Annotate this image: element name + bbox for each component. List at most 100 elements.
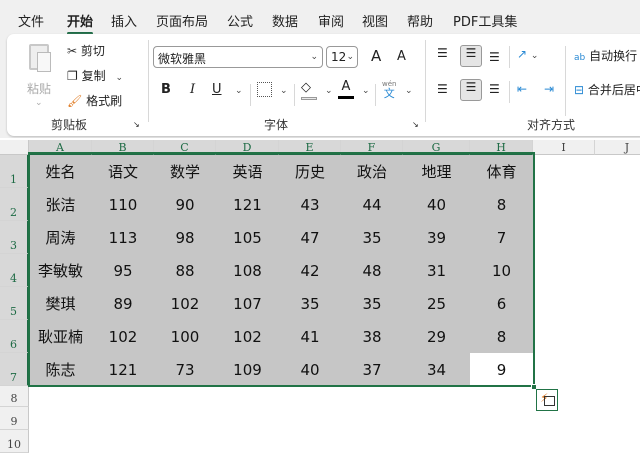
fill-color-icon[interactable]: ◇: [301, 80, 317, 100]
paste-button[interactable]: 粘贴 ⌄: [25, 42, 55, 108]
cell-H5[interactable]: 6: [470, 287, 533, 320]
cell-C4[interactable]: 88: [154, 254, 216, 287]
cell-A7[interactable]: 陈志: [29, 353, 92, 386]
cell-G2[interactable]: 40: [403, 188, 470, 221]
menu-tab-0[interactable]: 文件: [18, 11, 44, 30]
cell-D6[interactable]: 102: [216, 320, 279, 353]
cell-G7[interactable]: 34: [403, 353, 470, 386]
cell-C3[interactable]: 98: [154, 221, 216, 254]
font-size-select[interactable]: 12 ⌄: [326, 46, 358, 68]
font-name-select[interactable]: 微软雅黑 ⌄: [153, 46, 323, 68]
italic-button[interactable]: I: [190, 82, 195, 97]
row-header-10[interactable]: 10: [0, 430, 29, 453]
bold-button[interactable]: B: [161, 82, 171, 97]
merge-center-button[interactable]: ⊟ 合并后居中: [574, 81, 640, 98]
cell-H1[interactable]: 体育: [470, 155, 533, 188]
phonetic-guide-button[interactable]: wén 文: [382, 78, 396, 99]
orientation-icon[interactable]: ↗ ⌄: [517, 47, 538, 61]
row-header-6[interactable]: 6: [0, 320, 29, 353]
paste-options-button[interactable]: ⚡: [536, 389, 558, 411]
cell-F1[interactable]: 政治: [341, 155, 403, 188]
cell-E2[interactable]: 43: [279, 188, 341, 221]
cell-H2[interactable]: 8: [470, 188, 533, 221]
cell-G6[interactable]: 29: [403, 320, 470, 353]
borders-icon[interactable]: [257, 82, 272, 97]
column-header-B[interactable]: B: [92, 140, 154, 155]
cell-H7[interactable]: 9: [470, 353, 533, 386]
align-bottom-button[interactable]: ☰: [489, 50, 500, 64]
menu-tab-9[interactable]: PDF工具集: [453, 11, 517, 30]
column-header-C[interactable]: C: [154, 140, 216, 155]
column-header-G[interactable]: G: [403, 140, 470, 155]
row-header-4[interactable]: 4: [0, 254, 29, 287]
cell-F6[interactable]: 38: [341, 320, 403, 353]
cell-G3[interactable]: 39: [403, 221, 470, 254]
format-painter-button[interactable]: 🖌 格式刷: [67, 92, 122, 109]
column-header-E[interactable]: E: [279, 140, 341, 155]
underline-button[interactable]: U: [212, 82, 222, 97]
cell-F7[interactable]: 37: [341, 353, 403, 386]
cell-E1[interactable]: 历史: [279, 155, 341, 188]
cell-C7[interactable]: 73: [154, 353, 216, 386]
grow-font-button[interactable]: A: [371, 47, 381, 65]
cell-A2[interactable]: 张洁: [29, 188, 92, 221]
column-header-J[interactable]: J: [595, 140, 640, 155]
cell-D5[interactable]: 107: [216, 287, 279, 320]
column-header-D[interactable]: D: [216, 140, 279, 155]
cell-C1[interactable]: 数学: [154, 155, 216, 188]
cell-G5[interactable]: 25: [403, 287, 470, 320]
menu-tab-5[interactable]: 数据: [272, 11, 298, 30]
copy-button[interactable]: ❐ 复制 ⌄: [67, 67, 123, 84]
row-header-5[interactable]: 5: [0, 287, 29, 320]
cell-B2[interactable]: 110: [92, 188, 154, 221]
cell-D2[interactable]: 121: [216, 188, 279, 221]
decrease-indent-icon[interactable]: ⇤: [517, 82, 527, 96]
row-header-1[interactable]: 1: [0, 155, 29, 188]
wrap-text-button[interactable]: ab 自动换行: [574, 47, 637, 64]
cell-G4[interactable]: 31: [403, 254, 470, 287]
cell-A6[interactable]: 耿亚楠: [29, 320, 92, 353]
cell-E5[interactable]: 35: [279, 287, 341, 320]
cell-A1[interactable]: 姓名: [29, 155, 92, 188]
column-header-A[interactable]: A: [29, 140, 92, 155]
cell-D3[interactable]: 105: [216, 221, 279, 254]
cell-E7[interactable]: 40: [279, 353, 341, 386]
shrink-font-button[interactable]: A: [397, 49, 406, 64]
cell-A5[interactable]: 樊琪: [29, 287, 92, 320]
cell-E4[interactable]: 42: [279, 254, 341, 287]
clipboard-launcher-icon[interactable]: ↘: [133, 120, 140, 129]
align-right-button[interactable]: ☰: [489, 82, 500, 96]
menu-tab-8[interactable]: 帮助: [407, 11, 433, 30]
row-header-7[interactable]: 7: [0, 353, 29, 386]
cell-B4[interactable]: 95: [92, 254, 154, 287]
cell-D4[interactable]: 108: [216, 254, 279, 287]
cell-H6[interactable]: 8: [470, 320, 533, 353]
cell-G1[interactable]: 地理: [403, 155, 470, 188]
cell-A4[interactable]: 李敏敏: [29, 254, 92, 287]
column-header-I[interactable]: I: [533, 140, 595, 155]
cell-H3[interactable]: 7: [470, 221, 533, 254]
cell-C5[interactable]: 102: [154, 287, 216, 320]
cell-F3[interactable]: 35: [341, 221, 403, 254]
cell-E3[interactable]: 47: [279, 221, 341, 254]
row-header-9[interactable]: 9: [0, 407, 29, 430]
cell-B5[interactable]: 89: [92, 287, 154, 320]
row-header-3[interactable]: 3: [0, 221, 29, 254]
cell-D1[interactable]: 英语: [216, 155, 279, 188]
menu-tab-1[interactable]: 开始: [67, 11, 94, 35]
align-center-button[interactable]: ☰: [460, 79, 482, 101]
cell-F4[interactable]: 48: [341, 254, 403, 287]
font-color-icon[interactable]: A: [338, 79, 354, 99]
select-all-corner[interactable]: [0, 140, 29, 155]
cell-F5[interactable]: 35: [341, 287, 403, 320]
cell-B3[interactable]: 113: [92, 221, 154, 254]
column-header-H[interactable]: H: [470, 140, 533, 155]
row-header-8[interactable]: 8: [0, 386, 29, 407]
cell-C6[interactable]: 100: [154, 320, 216, 353]
align-top-button[interactable]: ☰: [437, 46, 448, 60]
align-left-button[interactable]: ☰: [437, 82, 448, 96]
cell-H4[interactable]: 10: [470, 254, 533, 287]
menu-tab-2[interactable]: 插入: [111, 11, 137, 30]
increase-indent-icon[interactable]: ⇥: [544, 82, 554, 96]
menu-tab-4[interactable]: 公式: [227, 11, 253, 30]
